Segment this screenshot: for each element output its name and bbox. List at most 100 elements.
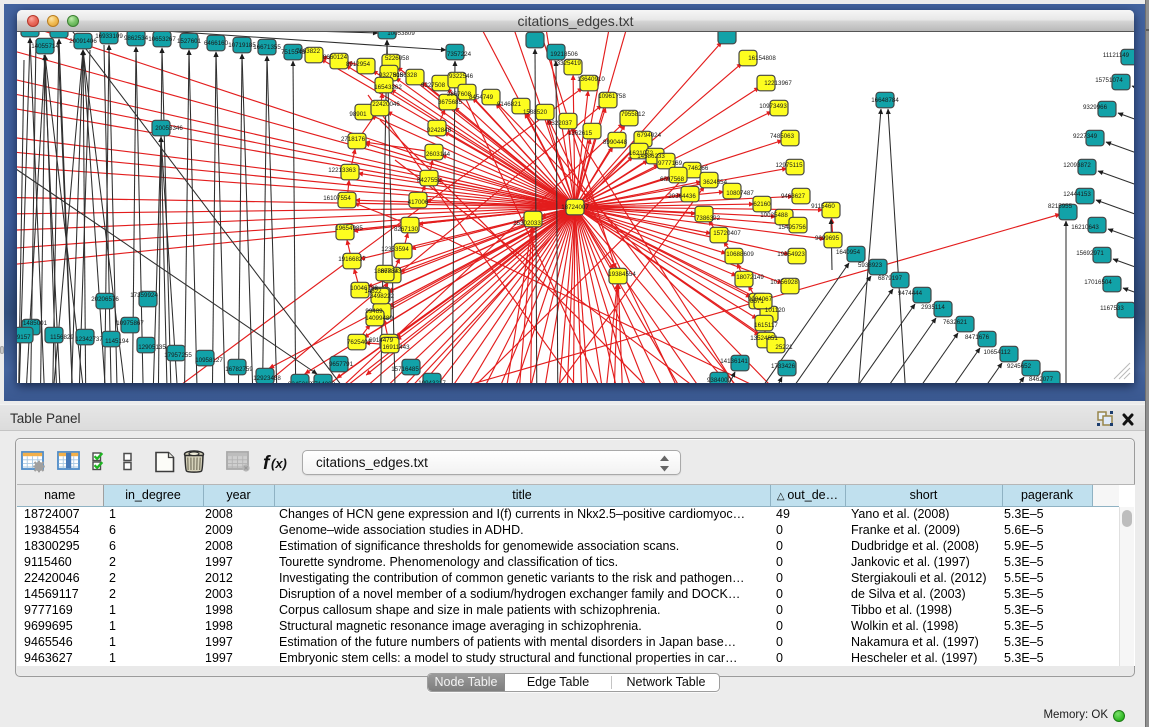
svg-text:16648784: 16648784 bbox=[871, 97, 899, 104]
svg-text:10046788: 10046788 bbox=[350, 285, 378, 292]
svg-text:8462077: 8462077 bbox=[1029, 376, 1054, 383]
svg-text:1145194: 1145194 bbox=[105, 338, 129, 345]
svg-text:22420046: 22420046 bbox=[372, 101, 400, 108]
svg-text:8186328: 8186328 bbox=[393, 72, 418, 79]
svg-text:5938923: 5938923 bbox=[858, 262, 883, 269]
svg-text:9322546: 9322546 bbox=[449, 73, 474, 80]
svg-text:2867608: 2867608 bbox=[447, 91, 472, 98]
svg-text:9242848: 9242848 bbox=[427, 127, 452, 134]
svg-text:10973493: 10973493 bbox=[759, 103, 787, 110]
svg-text:10975867: 10975867 bbox=[116, 320, 144, 327]
svg-text:101120: 101120 bbox=[765, 307, 786, 314]
svg-text:8813054: 8813054 bbox=[529, 32, 554, 34]
svg-text:15692971: 15692971 bbox=[1076, 250, 1104, 257]
svg-text:12353594: 12353594 bbox=[381, 246, 409, 253]
svg-text:417006: 417006 bbox=[408, 199, 429, 206]
svg-text:9384009: 9384009 bbox=[707, 377, 732, 383]
svg-text:8714093: 8714093 bbox=[311, 381, 336, 383]
svg-text:16671355: 16671355 bbox=[253, 44, 281, 51]
svg-text:17957255: 17957255 bbox=[164, 352, 192, 359]
svg-text:98901: 98901 bbox=[349, 111, 367, 118]
svg-text:10958127: 10958127 bbox=[195, 357, 223, 364]
svg-text:18724007: 18724007 bbox=[561, 204, 589, 211]
svg-text:14136141: 14136141 bbox=[720, 358, 748, 365]
svg-text:8267130: 8267130 bbox=[394, 226, 419, 233]
svg-text:9322037: 9322037 bbox=[548, 120, 573, 127]
svg-text:6879197: 6879197 bbox=[878, 275, 903, 282]
svg-text:12905135: 12905135 bbox=[138, 344, 166, 351]
svg-text:1167533: 1167533 bbox=[1100, 305, 1124, 312]
svg-text:9227349: 9227349 bbox=[1073, 133, 1098, 140]
svg-text:18072149: 18072149 bbox=[736, 274, 764, 281]
svg-text:12923488: 12923488 bbox=[253, 375, 281, 382]
svg-text:16210643: 16210643 bbox=[1071, 224, 1099, 231]
svg-text:746266: 746266 bbox=[688, 165, 709, 172]
svg-text:15495756: 15495756 bbox=[778, 224, 806, 231]
svg-text:10653267: 10653267 bbox=[148, 36, 176, 43]
svg-text:1615117: 1615117 bbox=[754, 322, 778, 329]
svg-text:1640954: 1640954 bbox=[836, 249, 861, 256]
svg-text:20364436: 20364436 bbox=[668, 193, 696, 200]
svg-text:14099489: 14099489 bbox=[365, 315, 393, 322]
svg-text:9360557: 9360557 bbox=[47, 32, 72, 34]
svg-text:9474444: 9474444 bbox=[898, 290, 923, 297]
svg-text:17359924: 17359924 bbox=[130, 292, 158, 299]
svg-text:7625402: 7625402 bbox=[347, 339, 372, 346]
svg-text:25221: 25221 bbox=[775, 344, 793, 351]
svg-text:99489: 99489 bbox=[365, 308, 383, 315]
svg-text:12342737: 12342737 bbox=[75, 336, 103, 343]
svg-text:9327508: 9327508 bbox=[421, 82, 446, 89]
svg-text:9329966: 9329966 bbox=[1083, 104, 1108, 111]
svg-text:7632621: 7632621 bbox=[943, 319, 968, 326]
svg-text:3624554: 3624554 bbox=[703, 179, 728, 186]
svg-text:12093872: 12093872 bbox=[1063, 162, 1091, 169]
svg-text:1156829: 1156829 bbox=[50, 334, 74, 341]
svg-text:2935114: 2935114 bbox=[921, 304, 945, 311]
svg-text:1588520: 1588520 bbox=[523, 109, 548, 116]
svg-text:16543362: 16543362 bbox=[374, 84, 402, 91]
svg-text:1485001: 1485001 bbox=[23, 320, 48, 327]
svg-text:10654112: 10654112 bbox=[983, 349, 1011, 356]
svg-text:8215955: 8215955 bbox=[1048, 203, 1073, 210]
svg-text:12444153: 12444153 bbox=[1063, 191, 1091, 198]
svg-text:16154808: 16154808 bbox=[748, 55, 776, 62]
svg-text:7485063: 7485063 bbox=[770, 133, 795, 140]
svg-text:6914479: 6914479 bbox=[369, 337, 394, 344]
svg-text:9777169: 9777169 bbox=[658, 160, 683, 167]
svg-text:10688609: 10688609 bbox=[726, 251, 754, 258]
svg-text:16782759: 16782759 bbox=[225, 366, 253, 373]
svg-text:17016504: 17016504 bbox=[1084, 279, 1112, 286]
svg-text:6794024: 6794024 bbox=[637, 132, 662, 139]
svg-text:14586233: 14586233 bbox=[637, 153, 665, 160]
svg-text:10025488: 10025488 bbox=[760, 212, 788, 219]
svg-text:19166827: 19166827 bbox=[338, 256, 366, 263]
svg-text:867833: 867833 bbox=[381, 268, 402, 275]
svg-text:12975115: 12975115 bbox=[775, 162, 803, 169]
svg-text:13325419: 13325419 bbox=[553, 60, 581, 67]
svg-text:12213967: 12213967 bbox=[764, 80, 792, 87]
svg-text:f: f bbox=[263, 453, 271, 474]
svg-text:7955812: 7955812 bbox=[621, 111, 646, 118]
svg-text:8427552: 8427552 bbox=[417, 177, 442, 184]
svg-text:10961758: 10961758 bbox=[598, 93, 626, 100]
svg-text:9245652: 9245652 bbox=[1007, 363, 1032, 370]
svg-text:20053346: 20053346 bbox=[155, 125, 183, 132]
svg-text:7663822: 7663822 bbox=[296, 48, 321, 55]
svg-text:16933109: 16933109 bbox=[95, 33, 123, 40]
svg-text:12213363: 12213363 bbox=[328, 167, 356, 174]
svg-text:62160: 62160 bbox=[753, 201, 771, 208]
svg-text:19654923: 19654923 bbox=[777, 251, 805, 258]
svg-text:1527601: 1527601 bbox=[177, 38, 202, 45]
svg-text:13524851: 13524851 bbox=[750, 335, 778, 342]
svg-text:20206576: 20206576 bbox=[91, 296, 119, 303]
svg-text:10943217: 10943217 bbox=[418, 380, 446, 383]
svg-text:10756928: 10756928 bbox=[770, 279, 798, 286]
svg-text:7357224: 7357224 bbox=[447, 51, 472, 58]
svg-text:8912954: 8912954 bbox=[346, 61, 371, 68]
svg-text:7386322: 7386322 bbox=[696, 215, 721, 222]
svg-text:9862534: 9862534 bbox=[124, 35, 149, 42]
svg-text:1733426: 1733426 bbox=[771, 363, 796, 370]
svg-text:16107554: 16107554 bbox=[323, 195, 351, 202]
svg-text:10807487: 10807487 bbox=[726, 190, 754, 197]
svg-text:9463627: 9463627 bbox=[781, 193, 806, 200]
